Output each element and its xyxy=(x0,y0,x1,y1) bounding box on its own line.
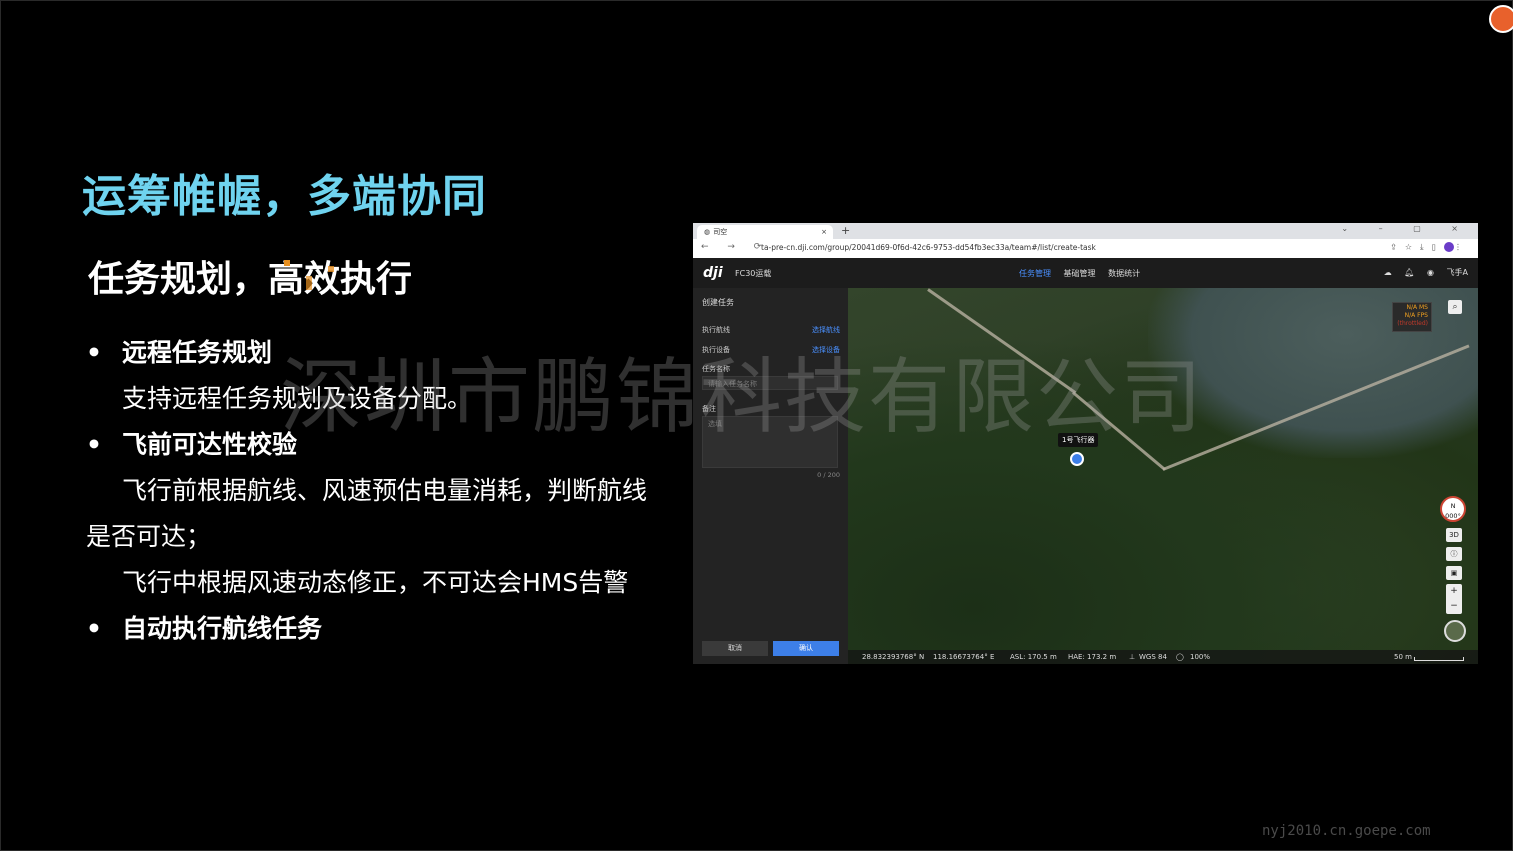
nav-data-statistics[interactable]: 数据统计 xyxy=(1108,269,1140,278)
globe-view-icon[interactable] xyxy=(1444,620,1466,642)
cancel-button[interactable]: 取消 xyxy=(702,641,768,656)
user-menu[interactable]: ◉ 飞手A xyxy=(1427,268,1468,277)
task-name-input[interactable]: 请输入任务名称 xyxy=(702,376,838,390)
zoom-control: + − xyxy=(1446,584,1462,614)
info-icon[interactable]: ⓘ xyxy=(1446,547,1462,561)
bullet-dot-icon: • xyxy=(86,338,102,367)
bullet-list: • 远程任务规划 支持远程任务规划及设备分配。 • 飞前可达性校验 飞行前根据航… xyxy=(86,330,666,652)
address-bar-icons: ⇪☆⤓▯ ⋮ xyxy=(1390,242,1470,253)
scale-bar xyxy=(1414,657,1464,661)
header-right: ☁ 🔔︎ ◉ 飞手A xyxy=(1374,267,1468,278)
task-name-label: 任务名称 xyxy=(702,365,730,373)
bullet-heading: • 飞前可达性校验 xyxy=(86,422,666,468)
longitude: 118.16673764° E xyxy=(933,653,995,661)
confirm-button[interactable]: 确认 xyxy=(773,641,839,656)
bullet-heading: • 远程任务规划 xyxy=(86,330,666,376)
char-counter: 0 / 200 xyxy=(817,471,840,479)
route-row: 执行航线 选择航线 xyxy=(702,325,840,335)
bullet-text: 飞行前根据航线、风速预估电量消耗，判断航线是否可达； xyxy=(86,476,648,551)
slide-subtitle: 任务规划，高效执行 xyxy=(88,259,413,300)
device-row: 执行设备 选择设备 xyxy=(702,345,840,355)
cursor-artifact-icon xyxy=(284,260,334,290)
zoom-out-button[interactable]: − xyxy=(1446,599,1462,614)
map-status-bar: 28.832393768° N 118.16673764° E ASL: 170… xyxy=(848,650,1478,664)
browser-tab-bar: ◍ 司空 × + ⌄ – ▢ × xyxy=(693,223,1478,239)
altitude-asl: ASL: 170.5 m xyxy=(1010,653,1057,661)
profile-avatar[interactable] xyxy=(1444,242,1454,252)
bullet-text: 支持远程任务规划及设备分配。 xyxy=(122,384,473,413)
drone-label[interactable]: 1号飞行器 xyxy=(1058,433,1099,447)
select-device-link[interactable]: 选择设备 xyxy=(812,345,840,355)
3d-toggle-button[interactable]: 3D xyxy=(1446,528,1462,542)
fps-overlay: N/A MS N/A FPS (throttled) xyxy=(1392,302,1432,332)
sidepanel-icon[interactable]: ▯ xyxy=(1432,243,1444,252)
note-textarea[interactable]: 选填 xyxy=(702,416,838,468)
drone-marker-icon[interactable] xyxy=(1070,452,1084,466)
dji-logo: dji xyxy=(703,265,723,281)
weather-icon[interactable]: ☁ xyxy=(1384,268,1392,277)
new-tab-button[interactable]: + xyxy=(841,224,850,237)
note-label: 备注 xyxy=(702,405,716,413)
globe-icon: ◍ xyxy=(703,228,711,236)
layers-icon[interactable]: ▣ xyxy=(1446,566,1462,580)
url-field[interactable]: ta-pre-cn.dji.com/group/20041d69-0f6d-42… xyxy=(761,243,1096,252)
browser-tab[interactable]: ◍ 司空 × xyxy=(697,225,833,239)
zoom-ring-icon: ◯ xyxy=(1176,653,1184,661)
app-corner-icon[interactable] xyxy=(1489,5,1513,33)
datum: WGS 84 xyxy=(1139,653,1167,661)
bullet-heading: • 自动执行航线任务 xyxy=(86,606,666,652)
altitude-hae: HAE: 173.2 m xyxy=(1068,653,1117,661)
zoom-percent: 100% xyxy=(1190,653,1211,661)
browser-screenshot: ◍ 司空 × + ⌄ – ▢ × ← → ⟳ ta-pre-cn.dji.com… xyxy=(693,223,1478,664)
address-bar: ← → ⟳ ta-pre-cn.dji.com/group/20041d69-0… xyxy=(693,239,1478,259)
window-controls[interactable]: ⌄ – ▢ × xyxy=(1341,224,1472,233)
nav-buttons[interactable]: ← → ⟳ xyxy=(701,242,769,252)
app-name: FC30运载 xyxy=(735,269,772,278)
road xyxy=(927,288,1077,394)
share-icon[interactable]: ⇪ xyxy=(1390,243,1405,252)
notification-icon[interactable]: 🔔︎ xyxy=(1404,268,1414,277)
star-icon[interactable]: ☆ xyxy=(1405,243,1420,252)
compass-icon[interactable]: N 000° xyxy=(1440,496,1466,522)
satellite-map[interactable]: N/A MS N/A FPS (throttled) ⌕ 1号飞行器 N 000… xyxy=(848,288,1478,664)
app-header: dji FC30运载 任务管理 基础管理 数据统计 ☁ 🔔︎ ◉ 飞手A xyxy=(693,258,1478,288)
top-nav: 任务管理 基础管理 数据统计 xyxy=(1019,268,1150,279)
download-icon[interactable]: ⤓ xyxy=(1420,243,1432,252)
bullet-dot-icon: • xyxy=(86,614,102,643)
bullet-dot-icon: • xyxy=(86,430,102,459)
panel-title: 创建任务 xyxy=(702,298,734,307)
zoom-in-button[interactable]: + xyxy=(1446,584,1462,599)
bullet-text: 飞行中根据风速动态修正，不可达会HMS告警 xyxy=(122,568,629,597)
latitude: 28.832393768° N xyxy=(862,653,925,661)
slide-title: 运筹帷幄，多端协同 xyxy=(82,171,487,222)
footer-url: nyj2010.cn.goepe.com xyxy=(1262,823,1431,839)
menu-icon[interactable]: ⋮ xyxy=(1454,243,1470,252)
scale-label: 50 m xyxy=(1394,653,1412,661)
tab-close-icon[interactable]: × xyxy=(821,225,827,239)
nav-basic-management[interactable]: 基础管理 xyxy=(1064,269,1096,278)
nav-task-management[interactable]: 任务管理 xyxy=(1019,269,1051,278)
select-route-link[interactable]: 选择航线 xyxy=(812,325,840,335)
create-task-panel: 创建任务 执行航线 选择航线 执行设备 选择设备 任务名称 请输入任务名称 备注… xyxy=(693,288,849,664)
map-search-icon[interactable]: ⌕ xyxy=(1448,300,1462,314)
datum-icon: ⊥ xyxy=(1129,653,1136,661)
